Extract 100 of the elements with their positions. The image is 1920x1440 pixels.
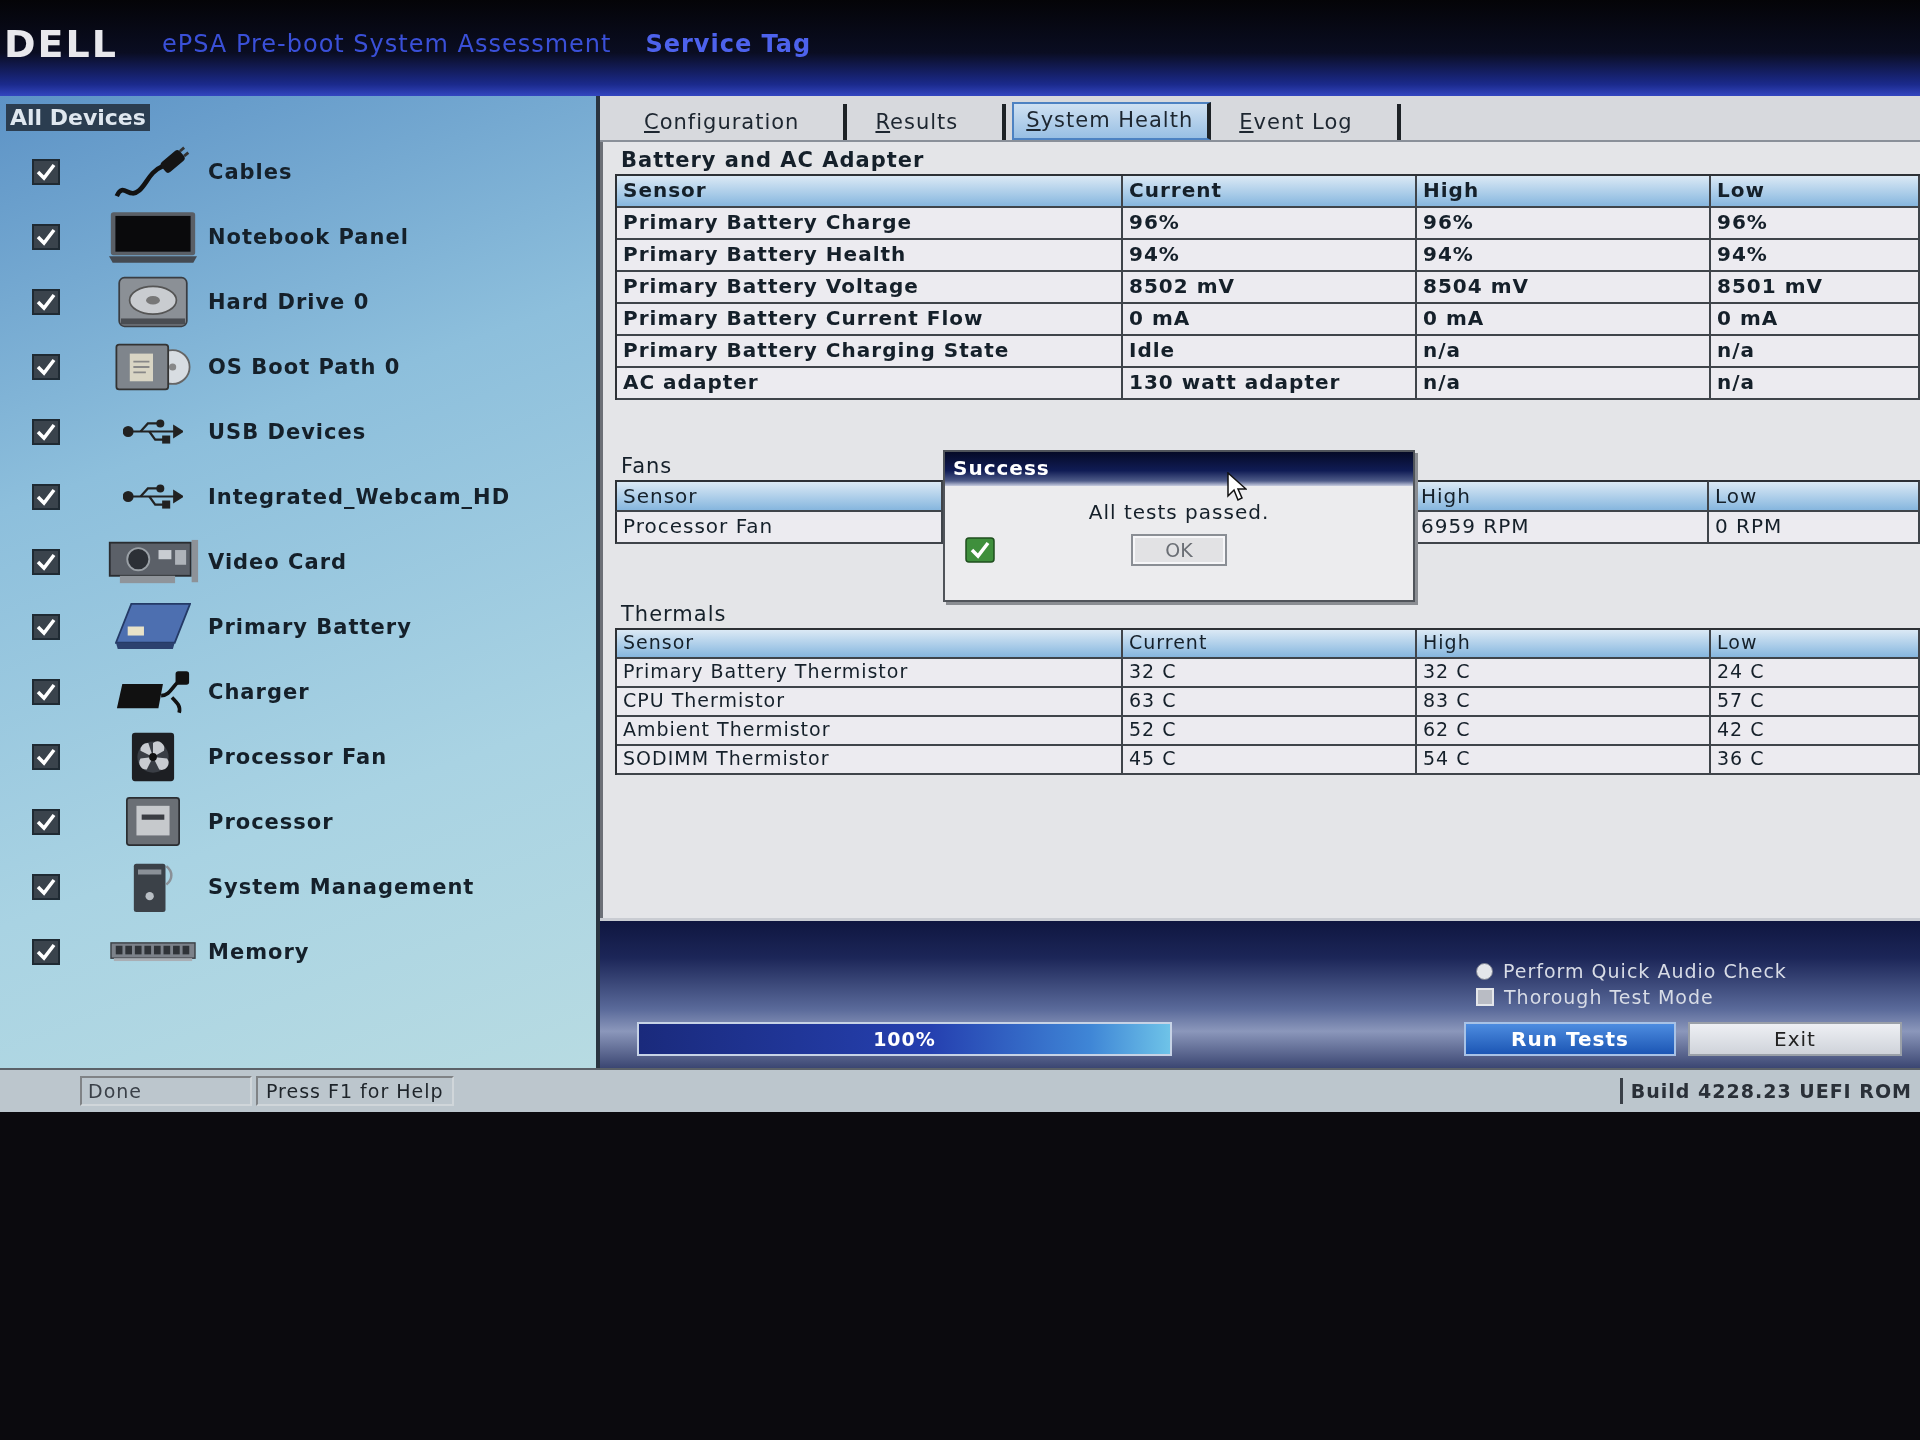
checkbox[interactable] [32,288,60,315]
build-info: Build 4228.23 UEFI ROM [1619,1078,1920,1104]
app-title: ePSA Pre-boot System Assessment [161,30,612,58]
device-item-label[interactable]: Charger [208,679,310,704]
usb-icon [123,484,183,509]
table-cell: Primary Battery Charging State [617,336,1123,368]
checkbox[interactable] [32,548,60,575]
table-cell: 32 C [1123,659,1417,688]
table-cell: CPU Thermistor [617,688,1123,717]
cursor-icon [1227,472,1247,502]
table-cell: SODIMM Thermistor [617,746,1123,775]
table-cell: 94% [1123,240,1417,272]
table-cell: 32 C [1417,659,1711,688]
table-cell: n/a [1711,368,1920,400]
tab[interactable]: Results [853,104,1007,140]
device-item-label[interactable]: Integrated_Webcam_HD [208,484,511,509]
table-cell: Processor Fan [615,512,943,544]
table-cell: Primary Battery Voltage [617,272,1123,304]
device-item-label[interactable]: Video Card [208,549,348,574]
table-cell: AC adapter [617,368,1123,400]
checkbox[interactable] [32,158,60,185]
device-item-label[interactable]: Cables [208,159,293,184]
table-cell: 45 C [1123,746,1417,775]
table-cell: n/a [1417,336,1711,368]
column-header: Current [1123,630,1417,659]
checkbox[interactable] [32,223,60,250]
column-header: Low [1711,176,1920,208]
table-cell: n/a [1417,368,1711,400]
column-header: High [1417,630,1711,659]
table-cell: 6959 RPM [1415,512,1709,544]
memory-module-icon [110,941,196,962]
column-header: High [1415,480,1709,512]
check-icon [965,537,995,563]
table-cell: 54 C [1417,746,1711,775]
exit-button[interactable]: Exit [1688,1022,1902,1056]
checkbox[interactable] [32,808,60,835]
tree-root-item[interactable]: All Devices [6,104,150,131]
table-cell: Primary Battery Current Flow [617,304,1123,336]
column-header: Sensor [615,480,943,512]
device-item-label[interactable]: USB Devices [208,419,367,444]
device-item-label[interactable]: Processor [208,809,334,834]
column-header: Current [1123,176,1417,208]
table-cell: 83 C [1417,688,1711,717]
section-title: Fans [621,454,673,478]
table-cell: 94% [1417,240,1711,272]
device-item-label[interactable]: Notebook Panel [208,224,409,249]
device-item-label[interactable]: Primary Battery [208,614,412,639]
table-cell: 96% [1711,208,1920,240]
table-cell: 8502 mV [1123,272,1417,304]
tab[interactable]: System Health [1012,102,1212,140]
drive-with-disc-icon [115,341,191,392]
option-label[interactable]: Perform Quick Audio Check [1503,960,1787,982]
table-cell: 62 C [1417,717,1711,746]
table-cell: 0 RPM [1709,512,1920,544]
column-header: Low [1709,480,1920,512]
option-label[interactable]: Thorough Test Mode [1504,986,1714,1008]
table-cell: 63 C [1123,688,1417,717]
table-cell: 24 C [1711,659,1920,688]
table-cell: 94% [1711,240,1920,272]
checkbox[interactable] [32,938,60,965]
device-item-label[interactable]: Memory [208,939,310,964]
device-item-label[interactable]: System Management [208,874,475,899]
column-header: Sensor [617,176,1123,208]
section-title: Thermals [621,602,727,626]
table-cell: 52 C [1123,717,1417,746]
table-cell: 8504 mV [1417,272,1711,304]
checkbox[interactable] [32,418,60,445]
device-item-label[interactable]: Hard Drive 0 [208,289,370,314]
device-item-label[interactable]: OS Boot Path 0 [208,354,401,379]
column-header: Low [1711,630,1920,659]
checkbox[interactable] [32,483,60,510]
device-item-label[interactable]: Processor Fan [208,744,388,769]
tab[interactable]: Event Log [1217,104,1401,140]
radio-button[interactable] [1476,962,1493,980]
tab[interactable]: Configuration [622,104,848,140]
section-title: Battery and AC Adapter [621,148,925,172]
run-tests-button[interactable]: Run Tests [1464,1022,1676,1056]
power-adapter-icon [116,669,190,714]
checkbox[interactable] [32,353,60,380]
table-cell: 36 C [1711,746,1920,775]
dialog-title: Success [945,452,1413,486]
table-cell: Primary Battery Thermistor [617,659,1123,688]
table-cell: Primary Battery Health [617,240,1123,272]
logo: DELL [4,22,118,66]
table-cell: n/a [1711,336,1920,368]
table-cell: Ambient Thermistor [617,717,1123,746]
hard-drive-icon [118,275,188,328]
service-tag-label: Service Tag [645,30,812,58]
table-cell: 8501 mV [1711,272,1920,304]
usb-icon [123,419,183,444]
checkbox[interactable] [32,613,60,640]
checkbox[interactable] [32,678,60,705]
table-cell: Primary Battery Charge [617,208,1123,240]
ok-button[interactable]: OK [1131,534,1227,566]
checkbox[interactable] [32,743,60,770]
progress-label: 100% [873,1028,936,1050]
table-cell: 0 mA [1711,304,1920,336]
laptop-screen-icon [109,210,197,263]
column-header: High [1417,176,1711,208]
checkbox[interactable] [32,873,60,900]
